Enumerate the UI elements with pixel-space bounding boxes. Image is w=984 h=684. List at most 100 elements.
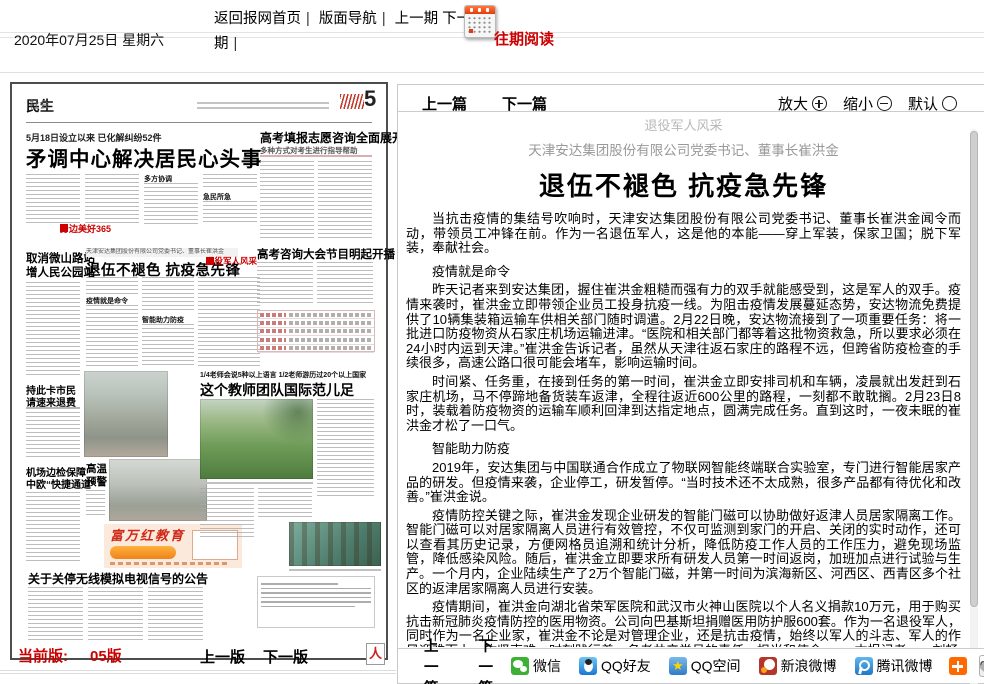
thumb-text-block xyxy=(318,161,372,239)
wechat-icon xyxy=(511,657,529,675)
bottom-rule-1 xyxy=(0,670,396,671)
nav-divider: | xyxy=(234,36,238,52)
thumb-text-block xyxy=(203,201,257,224)
circle-minus-icon xyxy=(877,96,892,111)
thumb-badge-365: 身边美好365 xyxy=(58,227,62,229)
thumb-street-photo-1 xyxy=(84,371,168,457)
article-subtitle: 天津安达集团股份有限公司党委书记、董事长崔洪金 xyxy=(406,139,961,159)
thumb-masthead-meta-line xyxy=(197,107,329,109)
circle-icon xyxy=(942,96,957,111)
share-sina-weibo-button[interactable]: 新浪微博 xyxy=(759,656,837,676)
next-page-link[interactable]: 下一版 xyxy=(263,646,308,667)
thumb-rule xyxy=(26,407,80,409)
share-qzone-button[interactable]: QQ空间 xyxy=(669,656,741,676)
thumb-rule xyxy=(260,155,372,157)
nav-layout-link[interactable]: 版面导航 xyxy=(319,11,377,27)
thumb-text-block xyxy=(86,490,105,516)
newspaper-page-thumbnail[interactable]: 民生·社会 5 5月18日设立以来 已化解纠纷52件 矛调中心解决居民心头事 多… xyxy=(10,82,388,660)
thumb-page-number: 5 xyxy=(364,86,376,112)
scrollbar-thumb[interactable] xyxy=(970,131,978,607)
thumb-teacher-kicker: 1/4老师会说5种以上语言 1/2老师游历过20个以上国家 xyxy=(200,370,366,380)
share-wechat-button[interactable]: 微信 xyxy=(511,656,561,676)
thumb-text-block xyxy=(26,174,80,224)
pdf-icon[interactable]: 人 xyxy=(366,643,385,665)
qq-icon xyxy=(579,657,597,675)
thumb-notice-headline[interactable]: 关于关停无线模拟电视信号的公告 xyxy=(28,570,208,587)
article-title: 退伍不褪色 抗疫急先锋 xyxy=(406,166,961,203)
current-page-label: 当前版: xyxy=(18,645,68,666)
nav-divider: | xyxy=(382,11,386,27)
thumb-text-block xyxy=(26,412,80,458)
thumb-masthead-meta-line xyxy=(197,102,329,104)
article-paragraph: 2019年，安达集团与中国联通合作成立了物联网智能终端联合实验室，专门进行智能居… xyxy=(406,461,961,505)
article-content: 退役军人风采 天津安达集团股份有限公司党委书记、董事长崔洪金 退伍不褪色 抗疫急… xyxy=(406,113,961,647)
thumb-lead-headline[interactable]: 矛调中心解决居民心头事 xyxy=(26,142,263,172)
share-more-button[interactable] xyxy=(949,657,967,675)
thumb-library-photo xyxy=(289,522,381,566)
thumb-section-sub: ·社会 xyxy=(26,96,49,111)
thumb-text-block xyxy=(198,277,260,367)
thumb-text-block xyxy=(26,282,80,376)
thumb-text-block xyxy=(260,161,314,239)
nav-prev-issue-link[interactable]: 上一期 xyxy=(395,11,439,27)
qzone-star-icon xyxy=(669,657,687,675)
article-body: 当抗击疫情的集结号吹响时，天津安达集团股份有限公司党委书记、董事长崔洪金闻令而动… xyxy=(406,212,961,647)
thumb-text-block xyxy=(85,174,139,224)
thumb-gaokao2-headline[interactable]: 高考咨询大会节目明起开播 xyxy=(257,246,395,262)
thumb-text-block xyxy=(88,587,143,642)
current-page-value: 05版 xyxy=(90,645,122,666)
article-panel: 上一篇 下一篇 放大 缩小 默认 退役军人风采 天津安达集团股份有限公司党委书记… xyxy=(397,84,984,684)
thumb-text-block xyxy=(144,183,198,224)
thumb-text-block xyxy=(86,277,138,294)
share-count-bubble[interactable]: 0 xyxy=(979,655,984,677)
thumb-text-block xyxy=(148,587,203,642)
thumb-text-block xyxy=(26,492,80,562)
thumb-text-block xyxy=(142,277,194,313)
circle-plus-icon xyxy=(812,96,827,111)
epaper-reader-page: 2020年07月25日 星期六 返回报网首页| 版面导航| 上一期 下一期| 往… xyxy=(0,0,984,684)
thumb-ad-dashes xyxy=(110,562,230,565)
thumb-veteran-badge: 退役军人风采 xyxy=(204,260,208,262)
toolbar-rule xyxy=(398,111,984,112)
prev-article-link-bottom[interactable]: 上一篇 xyxy=(424,635,439,684)
thumb-schedule-table xyxy=(257,310,375,352)
calendar-icon-dot xyxy=(469,29,473,33)
calendar-icon[interactable] xyxy=(464,5,496,38)
thumb-street-photo-2 xyxy=(109,459,207,521)
thumb-text-block xyxy=(142,324,194,367)
thumb-gaokao1-headline[interactable]: 高考填报志愿咨询全面展开 xyxy=(260,129,404,146)
calendar-icon-top xyxy=(465,6,495,14)
article-paragraph: 疫情防控关键之际，崔洪金发现企业研发的智能门磁可以协助做好返津人员居家隔离工作。… xyxy=(406,509,961,597)
share-bar: 上一篇 下一篇 微信 QQ好友 QQ空间 新浪微博 腾讯微博 0 xyxy=(398,648,984,683)
thumb-text-block xyxy=(28,587,83,642)
bottom-rule-2 xyxy=(0,673,396,674)
sina-weibo-icon xyxy=(759,657,777,675)
thumb-photo-caption xyxy=(289,569,381,571)
article-paragraph: 时间紧、任务重，在接到任务的第一时间，崔洪金立即安排司机和车辆，凌晨就出发赶到石… xyxy=(406,375,961,433)
prev-page-link[interactable]: 上一版 xyxy=(200,646,245,667)
share-qq-button[interactable]: QQ好友 xyxy=(579,656,651,676)
next-article-link-bottom[interactable]: 下一篇 xyxy=(479,635,494,684)
thumb-text-block xyxy=(317,262,373,306)
thumb-ad-text: 富万红教育 xyxy=(110,525,185,544)
thumb-text-block xyxy=(203,174,257,190)
article-paragraph: 昨天记者来到安达集团，握住崔洪金粗糙而强有力的双手就能感受到，这是军人的双手。疫… xyxy=(406,283,961,371)
share-tencent-weibo-button[interactable]: 腾讯微博 xyxy=(855,656,933,676)
thumb-photo-caption xyxy=(200,482,313,484)
thumb-text-block xyxy=(86,305,138,367)
thumb-teacher-headline[interactable]: 这个教师团队国际范儿足 xyxy=(200,380,354,400)
tencent-weibo-icon xyxy=(855,657,873,675)
nav-divider: | xyxy=(306,11,310,27)
thumb-text-block xyxy=(258,488,312,518)
thumb-info-box xyxy=(257,576,375,628)
article-paragraph: 当抗击疫情的集结号吹响时，天津安达集团股份有限公司党委书记、董事长崔洪金闻令而动… xyxy=(406,212,961,256)
archive-reading-link[interactable]: 往期阅读 xyxy=(494,28,554,49)
section-heading: 疫情就是命令 xyxy=(406,265,961,280)
thumb-text-block xyxy=(317,399,374,499)
nav-home-link[interactable]: 返回报网首页 xyxy=(214,11,301,27)
section-heading: 智能助力防疫 xyxy=(406,442,961,457)
thumb-masthead-logo xyxy=(340,94,364,109)
thumb-heat-line2: 预警 xyxy=(86,474,107,489)
thumb-bus-headline-line2[interactable]: 增人民公园站 xyxy=(26,264,95,280)
thumb-grass-photo xyxy=(200,399,313,479)
